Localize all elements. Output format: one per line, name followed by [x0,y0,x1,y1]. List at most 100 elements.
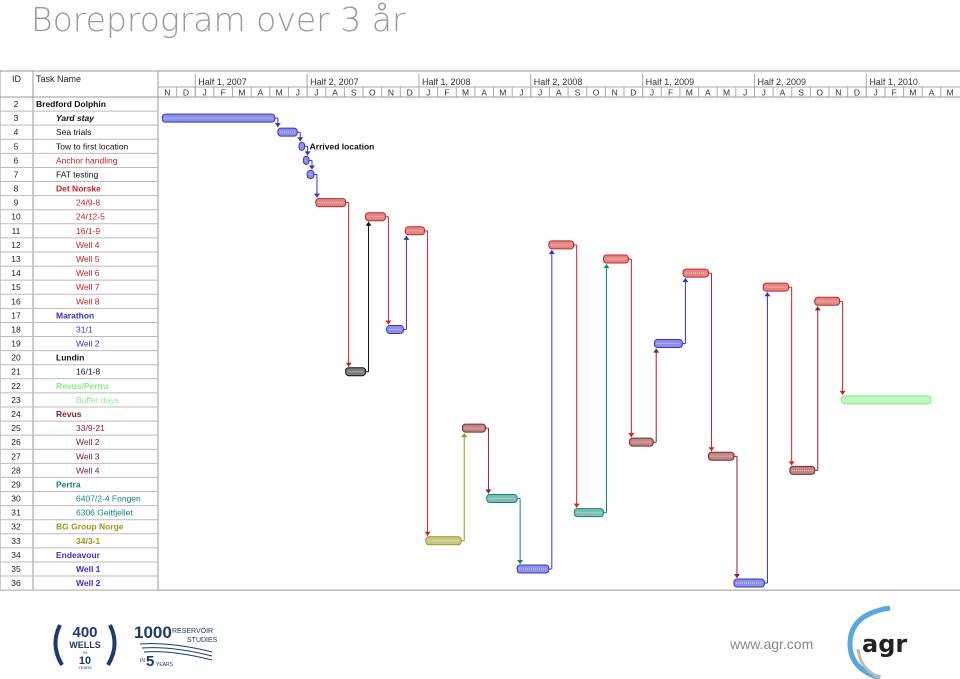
task-name: 16/1-8 [76,367,100,377]
month-label: A [705,88,711,98]
dependency-arrowhead [461,433,468,438]
month-label: J [650,88,654,98]
half-label: Half 2, 2007 [310,77,359,87]
task-name: Revus/Pertra [56,381,109,391]
task-name: Yard stay [56,113,95,123]
task-name: Revus [56,409,82,419]
dependency-arrowhead [788,461,795,466]
task-name: 24/12-5 [76,212,105,222]
half-label: Half 2, 2009 [757,77,806,87]
task-name: Marathon [56,310,94,320]
task-name: Well 2 [76,437,100,447]
task-name: 24/9-8 [76,198,100,208]
task-id: 18 [11,324,21,334]
task-id: 33 [11,536,21,546]
dependency-arrowhead [308,165,315,170]
logo2-years-num: 5 [146,653,154,668]
task-id: 28 [11,465,21,475]
task-id: 27 [11,451,21,461]
half-label: Half 2, 2008 [534,77,583,87]
month-label: O [816,88,823,98]
task-id: 7 [14,169,19,179]
dependency-arrowhead [365,221,372,226]
month-label: M [723,88,730,98]
month-label: A [332,88,338,98]
month-label: M [909,88,916,98]
gantt-chart: ID Task Name Half 1, 2007 Half 2, 2007 Half … [0,70,960,591]
logo1-number: 400 [72,624,97,641]
task-id: 35 [11,564,21,574]
month-label: J [314,88,318,98]
task-id: 22 [11,381,21,391]
task-id: 8 [14,184,19,194]
task-bar [461,423,486,433]
month-label: F [221,88,226,98]
task-id: 23 [11,395,21,405]
agr-logo: agr [847,605,907,679]
month-label: N [388,88,394,98]
dependency-arrowhead [345,362,352,367]
task-name: Well 3 [76,451,100,461]
task-name: Bredford Dolphin [36,99,106,109]
month-label: A [780,88,786,98]
website-link[interactable]: www.agr.com [730,636,813,652]
month-label: A [481,88,487,98]
task-id: 25 [11,423,21,433]
task-id: 34 [11,550,21,560]
month-label: M [686,88,693,98]
task-name-column-header: Task Name [36,74,81,84]
month-label: A [258,88,264,98]
task-name: Well 8 [76,296,100,306]
dependency-arrowhead [403,235,410,240]
task-id: 12 [11,240,21,250]
logo2-number: 1000 [134,623,172,642]
logo-400-wells: 400 WELLS IN 10 YEARS [53,624,117,670]
task-bar [306,169,315,179]
dependency-arrowhead [304,151,311,156]
task-name: Tow to first location [56,141,129,151]
task-id: 24 [11,409,21,419]
logo1-wells: WELLS [69,640,101,650]
dependency-arrowhead [653,348,660,353]
dependency-arrowhead [708,447,715,452]
task-id: 11 [12,226,21,236]
month-label: J [762,88,766,98]
month-label: D [630,88,636,98]
task-id: 29 [11,479,21,489]
logo2-years: YEARS [156,662,174,668]
task-name: Well 5 [76,254,100,264]
month-label: J [296,88,300,98]
dependency-arrowhead [424,531,431,536]
task-id: 32 [11,522,21,532]
month-label: J [743,88,747,98]
logo1-years: YEARS [78,665,92,670]
dependency-arrowhead [814,306,821,311]
logo2-studies: STUDIES [187,637,218,644]
task-name: BG Group Norge [56,522,124,532]
task-id: 36 [11,578,21,588]
half-label: Half 1, 2008 [422,77,471,87]
id-column-header: ID [12,74,22,84]
month-label: D [407,88,413,98]
dependency-arrowhead [764,292,771,297]
month-label: A [556,88,562,98]
task-name: 31/1 [76,324,93,334]
dependency-arrowhead [297,137,304,142]
task-id: 2 [14,99,19,109]
task-name: 6306 Geitfjellet [76,508,133,518]
dependency-arrowhead [548,249,555,254]
half-label: Half 1, 2007 [198,77,247,87]
month-label: J [538,88,542,98]
task-id: 16 [11,296,21,306]
logo-1000-studies: 1000 RESERVOIR STUDIES IN 5 YEARS [134,623,218,668]
task-id: 31 [11,508,21,518]
half-label: Half 1, 2009 [646,77,695,87]
task-id: 30 [11,494,21,504]
task-id: 17 [11,310,21,320]
logo2-reservoir: RESERVOIR [172,628,213,635]
month-label: F [444,88,449,98]
task-id: 19 [11,339,21,349]
task-name: Endeavour [56,550,101,560]
task-name: 34/3-1 [76,536,100,546]
task-id: 13 [11,254,21,264]
